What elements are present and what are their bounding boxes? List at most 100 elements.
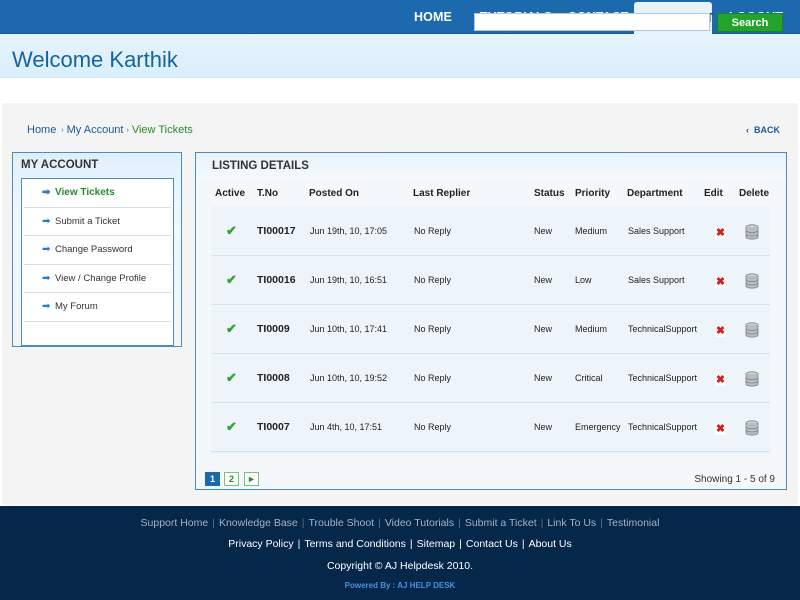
sidebar-item-label: View Tickets	[55, 187, 115, 199]
search-button[interactable]: Search	[717, 13, 783, 32]
posted-on: Jun 10th, 10, 17:41	[310, 324, 388, 334]
database-icon[interactable]	[745, 322, 759, 338]
col-active: Active	[215, 188, 246, 199]
col-department: Department	[627, 188, 683, 199]
footer-separator: |	[297, 538, 301, 550]
my-account-panel: MY ACCOUNT ➡ View Tickets ➡ Submit a Tic…	[12, 152, 182, 347]
footer-separator: |	[540, 517, 544, 529]
arrow-right-icon: ➡	[42, 244, 51, 256]
footer-link[interactable]: Submit a Ticket	[465, 517, 537, 529]
sidebar-item-label: View / Change Profile	[55, 272, 147, 284]
col-priority: Priority	[575, 188, 611, 199]
footer-separator: |	[458, 517, 461, 529]
status: New	[534, 422, 553, 432]
search-input[interactable]	[474, 13, 710, 31]
sidebar-item-submit-ticket[interactable]: ➡ Submit a Ticket	[24, 208, 171, 236]
panel-title: MY ACCOUNT	[21, 159, 99, 171]
ticket-number[interactable]: TI0009	[257, 323, 290, 335]
footer-link[interactable]: Sitemap	[417, 538, 456, 550]
arrow-right-icon: ➡	[42, 301, 51, 313]
sidebar-item-profile[interactable]: ➡ View / Change Profile	[24, 265, 171, 293]
footer-link[interactable]: Link To Us	[547, 517, 596, 529]
delete-x-icon[interactable]: ✖	[715, 228, 726, 239]
table-row: ✔ TI0007 Jun 4th, 10, 17:51 No Reply New Emer…	[211, 403, 770, 452]
footer-link[interactable]: Trouble Shoot	[309, 517, 375, 529]
ticket-number[interactable]: TI00017	[257, 225, 296, 237]
delete-x-icon[interactable]: ✖	[715, 277, 726, 288]
footer-links-secondary: Privacy Policy | Terms and Conditions | Site…	[0, 538, 800, 550]
listing-header: LISTING DETAILS	[196, 153, 786, 181]
priority: Low	[575, 275, 592, 285]
department: TechnicalSupport	[628, 324, 698, 334]
department: Sales Support	[628, 275, 685, 285]
col-posted: Posted On	[309, 188, 360, 199]
copyright: Copyright © AJ Helpdesk 2010.	[326, 560, 474, 572]
priority: Emergency	[575, 422, 621, 432]
nav-home[interactable]: HOME	[404, 0, 462, 34]
sidebar-item-label: My Forum	[55, 301, 98, 313]
page-2-button[interactable]: 2	[224, 472, 239, 486]
database-icon[interactable]	[745, 224, 759, 240]
next-page-button[interactable]: ►	[244, 472, 259, 486]
database-icon[interactable]	[745, 420, 759, 436]
breadcrumb: Home › My Account › View Tickets	[27, 124, 193, 136]
header-band: Welcome Karthik	[0, 34, 800, 78]
ticket-number[interactable]: TI00016	[257, 274, 296, 286]
last-replier: No Reply	[414, 275, 452, 285]
col-tno: T.No	[257, 188, 279, 199]
footer-link[interactable]: Contact Us	[466, 538, 518, 550]
database-icon[interactable]	[745, 273, 759, 289]
status: New	[534, 373, 553, 383]
check-icon: ✔	[226, 370, 237, 385]
delete-x-icon[interactable]: ✖	[715, 326, 726, 337]
table-row: ✔ TI0009 Jun 10th, 10, 17:41 No Reply New Med…	[211, 305, 770, 354]
posted-on: Jun 10th, 10, 19:52	[310, 373, 388, 383]
database-icon[interactable]	[745, 371, 759, 387]
page-1-button[interactable]: 1	[205, 472, 220, 486]
powered-by: Powered By : AJ HELP DESK	[344, 581, 456, 590]
breadcrumb-arrow-icon: ›	[59, 126, 64, 134]
back-label: BACK	[754, 125, 780, 135]
posted-on: Jun 4th, 10, 17:51	[310, 422, 383, 432]
check-icon: ✔	[226, 272, 237, 287]
check-icon: ✔	[226, 419, 237, 434]
sidebar-item-my-forum[interactable]: ➡ My Forum	[24, 293, 171, 322]
ticket-number[interactable]: TI0008	[257, 372, 290, 384]
showing-count: Showing 1 - 5 of 9	[694, 474, 775, 485]
last-replier: No Reply	[414, 324, 452, 334]
col-edit: Edit	[704, 188, 723, 199]
delete-x-icon[interactable]: ✖	[715, 375, 726, 386]
last-replier: No Reply	[414, 373, 452, 383]
status: New	[534, 226, 553, 236]
footer-link[interactable]: Support Home	[141, 517, 209, 529]
department: TechnicalSupport	[628, 422, 698, 432]
listing-title: LISTING DETAILS	[212, 160, 309, 172]
breadcrumb-current: View Tickets	[131, 124, 193, 136]
department: Sales Support	[628, 226, 685, 236]
ticket-number[interactable]: TI0007	[257, 421, 290, 433]
footer-link[interactable]: About Us	[529, 538, 572, 550]
status: New	[534, 324, 553, 334]
chevron-left-icon: ‹	[746, 125, 749, 135]
col-status: Status	[534, 188, 565, 199]
footer-separator: |	[409, 538, 413, 550]
footer-link[interactable]: Testimonial	[607, 517, 660, 529]
breadcrumb-home[interactable]: Home	[27, 124, 56, 136]
sidebar-item-change-password[interactable]: ➡ Change Password	[24, 236, 171, 265]
footer-link[interactable]: Knowledge Base	[219, 517, 298, 529]
posted-on: Jun 19th, 10, 16:51	[310, 275, 388, 285]
footer-separator: |	[378, 517, 381, 529]
status: New	[534, 275, 553, 285]
posted-on: Jun 19th, 10, 17:05	[310, 226, 388, 236]
table-row: ✔ TI00016 Jun 19th, 10, 16:51 No Reply New Lo…	[211, 256, 770, 305]
delete-x-icon[interactable]: ✖	[715, 424, 726, 435]
arrow-right-icon: ➡	[42, 187, 51, 199]
sidebar-item-view-tickets[interactable]: ➡ View Tickets	[24, 179, 171, 208]
footer-link[interactable]: Video Tutorials	[385, 517, 454, 529]
breadcrumb-myaccount[interactable]: My Account	[67, 124, 124, 136]
footer-link[interactable]: Privacy Policy	[228, 538, 293, 550]
priority: Medium	[575, 324, 608, 334]
back-link[interactable]: ‹ BACK	[746, 125, 780, 135]
footer-link[interactable]: Terms and Conditions	[304, 538, 406, 550]
table-row: ✔ TI00017 Jun 19th, 10, 17:05 No Reply New Me…	[211, 207, 770, 256]
